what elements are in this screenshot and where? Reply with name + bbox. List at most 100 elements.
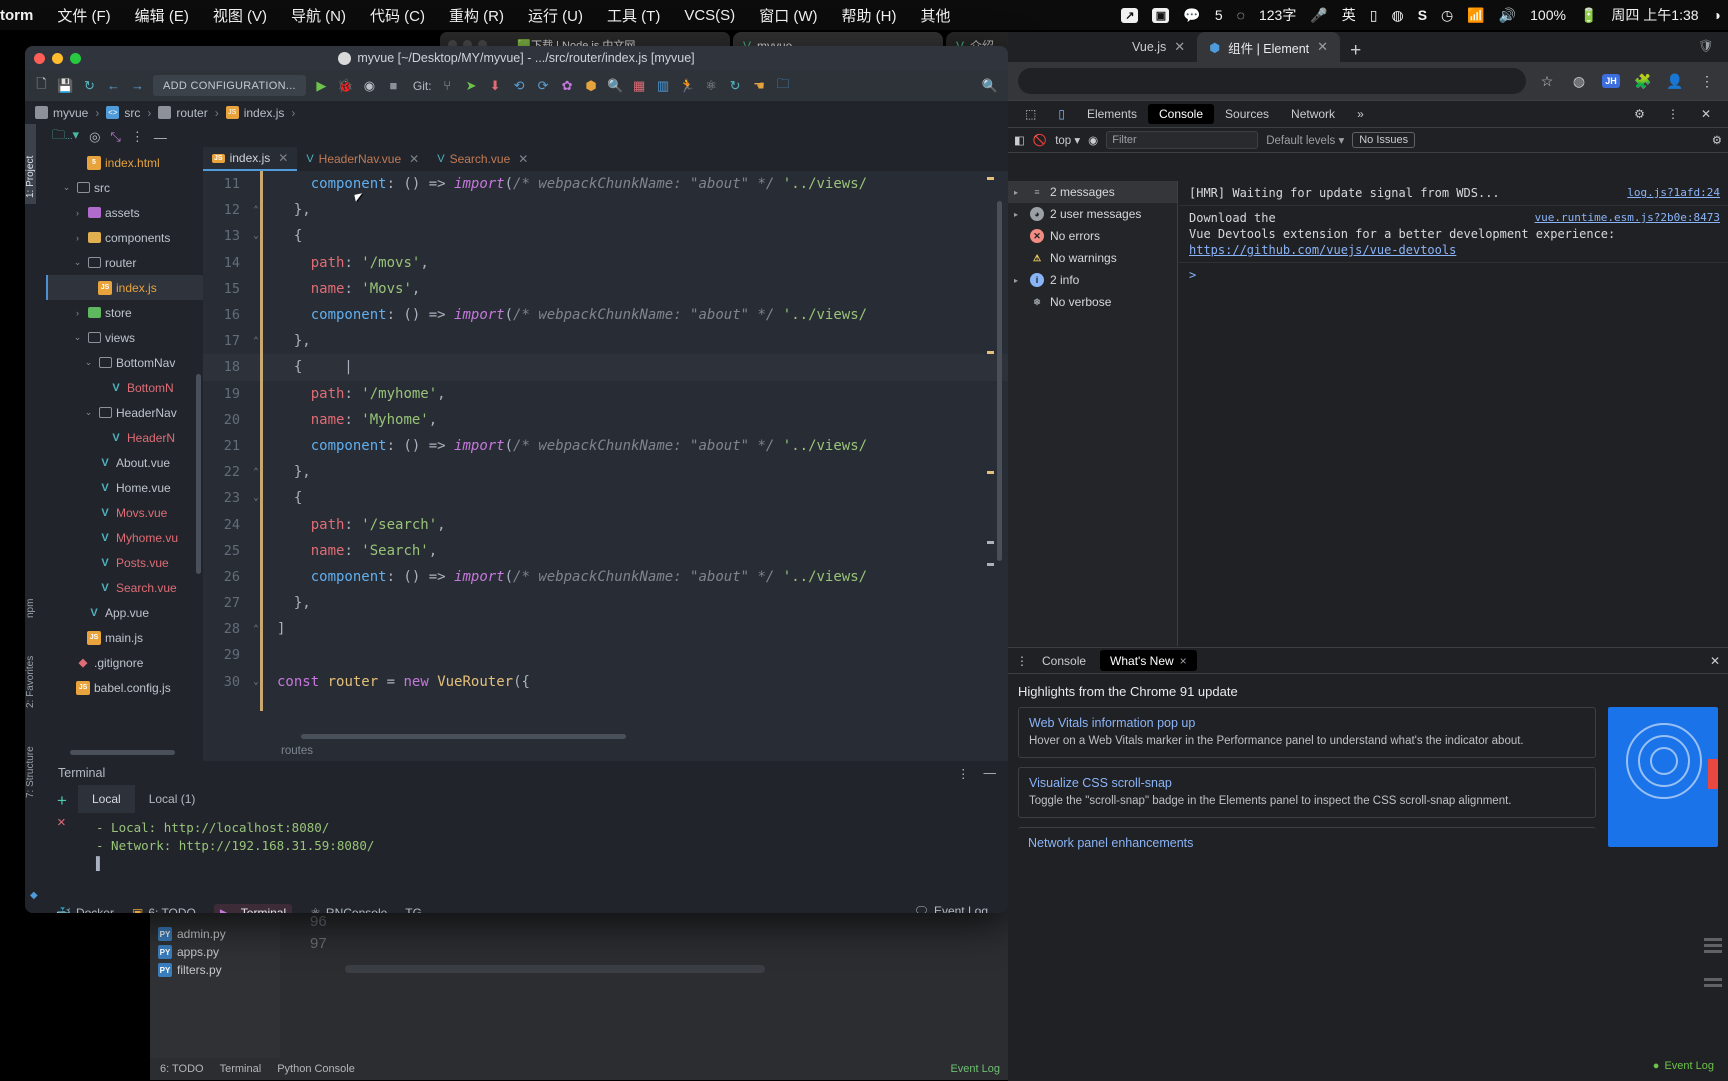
tree-item[interactable]: JS index.js bbox=[46, 275, 203, 300]
pycharm-file-row[interactable]: PY filters.py bbox=[158, 961, 272, 979]
editor-scrollbar[interactable] bbox=[997, 201, 1002, 561]
mic-icon[interactable]: 🎤 bbox=[1303, 7, 1334, 24]
code-line[interactable]: 29 bbox=[203, 642, 1008, 668]
code-line[interactable]: 12 ⌃ }, bbox=[203, 197, 1008, 223]
settings-gear-icon[interactable]: ✿ bbox=[559, 77, 576, 94]
terminal-close-button[interactable]: × bbox=[57, 814, 66, 831]
hotfix-icon[interactable]: 🏃 bbox=[679, 77, 696, 94]
console-filter-input[interactable]: Filter bbox=[1106, 131, 1259, 149]
tree-item[interactable]: ⌄ HeaderNav bbox=[46, 400, 203, 425]
code-line[interactable]: 13 ⌄ { bbox=[203, 223, 1008, 249]
breadcrumb-item-0[interactable]: myvue bbox=[53, 106, 88, 120]
pycharm-tool-todo[interactable]: 6: TODO bbox=[160, 1063, 204, 1075]
project-tool-window[interactable]: 🗀...▾ ◎ ⤡ ⋮ — 5 index.html ⌄ src › assets › com… bbox=[46, 124, 203, 761]
whats-new-card-title-3[interactable]: Network panel enhancements bbox=[1028, 836, 1586, 850]
tool-tg[interactable]: TG bbox=[405, 906, 422, 913]
new-file-icon[interactable]: 🗋 bbox=[33, 76, 50, 94]
menu-item-5[interactable]: 重构 (R) bbox=[437, 5, 516, 26]
console-message-source-2[interactable]: vue.runtime.esm.js?2b0e:8473 bbox=[1535, 210, 1720, 226]
menu-item-7[interactable]: 工具 (T) bbox=[595, 5, 672, 26]
chevron-down-icon[interactable]: ⌄ bbox=[72, 332, 83, 343]
terminal-output[interactable]: - Local: http://localhost:8080/ - Networ… bbox=[46, 813, 1008, 873]
terminal-tab-local-1[interactable]: Local (1) bbox=[135, 785, 210, 813]
git-rollback-icon[interactable]: ⟳ bbox=[535, 77, 552, 94]
code-line[interactable]: 24 path: '/search', bbox=[203, 511, 1008, 537]
background-pycharm-window[interactable]: PY admin.py PY apps.py PY filters.py 96 97 … bbox=[150, 905, 1010, 1080]
back-arrow-icon[interactable]: ← bbox=[105, 77, 122, 94]
chevron-down-icon[interactable]: ⌄ bbox=[72, 257, 83, 268]
live-expression-icon[interactable]: ◉ bbox=[1088, 133, 1098, 147]
breadcrumb-item-3[interactable]: index.js bbox=[244, 106, 285, 120]
tree-item[interactable]: › components bbox=[46, 225, 203, 250]
project-panel-header[interactable]: 🗀...▾ ◎ ⤡ ⋮ — bbox=[46, 124, 203, 150]
devtools-panel[interactable]: ⬚ ▯ Elements Console Sources Network » ⚙… bbox=[1008, 100, 1728, 1081]
editor-marker-5[interactable] bbox=[987, 563, 994, 566]
drawer-close-icon[interactable]: ✕ bbox=[1710, 654, 1720, 668]
code-line[interactable]: 19 path: '/myhome', bbox=[203, 381, 1008, 407]
breadcrumb-item-2[interactable]: router bbox=[176, 106, 207, 120]
whats-new-card[interactable]: Web Vitals information pop up Hover on a… bbox=[1018, 707, 1596, 758]
menu-app-name[interactable]: torm bbox=[0, 7, 45, 24]
tree-item[interactable]: › assets bbox=[46, 200, 203, 225]
chevron-down-icon[interactable]: ⌄ bbox=[83, 357, 94, 368]
tab-sources[interactable]: Sources bbox=[1214, 101, 1280, 128]
menu-item-6[interactable]: 运行 (U) bbox=[516, 5, 595, 26]
editor-marker-3[interactable] bbox=[987, 471, 994, 474]
drawer-tab-console[interactable]: Console bbox=[1032, 650, 1096, 671]
console-sidebar-item[interactable]: ▸ i 2 info bbox=[1008, 269, 1177, 291]
tree-item[interactable]: V HeaderN bbox=[46, 425, 203, 450]
sync-icon[interactable]: ↻ bbox=[81, 77, 98, 94]
menu-item-1[interactable]: 编辑 (E) bbox=[123, 5, 201, 26]
tool-terminal[interactable]: ▶_ Terminal bbox=[213, 904, 293, 913]
database-icon[interactable]: ▦ bbox=[631, 77, 648, 94]
console-settings-icon[interactable]: ⚙ bbox=[1712, 133, 1722, 147]
control-center-icon[interactable]: ◑ bbox=[1706, 7, 1728, 23]
tool-todo[interactable]: ▣ 6: TODO bbox=[132, 906, 196, 913]
git-history-icon[interactable]: ⟲ bbox=[511, 77, 528, 94]
bookmark-star-icon[interactable]: ☆ bbox=[1536, 70, 1558, 92]
tool-rnconsole[interactable]: ⚛ RNConsole bbox=[310, 906, 387, 913]
menu-item-0[interactable]: 文件 (F) bbox=[45, 5, 122, 26]
drawer-menu-icon[interactable]: ⋮ bbox=[1016, 654, 1028, 668]
terminal-tab-local[interactable]: Local bbox=[78, 785, 135, 813]
console-filter-bar[interactable]: ◧ 🚫 top ▾ ◉ Filter Default levels ▾ No I… bbox=[1008, 128, 1728, 153]
pycharm-tree[interactable]: PY admin.py PY apps.py PY filters.py bbox=[150, 905, 280, 1080]
breadcrumb[interactable]: myvue › <> src › router › JS index.js › bbox=[25, 101, 1008, 124]
whats-new-card-list[interactable]: Web Vitals information pop up Hover on a… bbox=[1018, 707, 1596, 859]
console-message-hmr[interactable]: log.js?1afd:24 [HMR] Waiting for update … bbox=[1179, 181, 1728, 206]
timemachine-icon[interactable]: ◷ bbox=[1434, 7, 1460, 24]
no-issues-badge[interactable]: No Issues bbox=[1352, 132, 1416, 148]
tab-console[interactable]: Console bbox=[1147, 104, 1215, 124]
opera-icon[interactable]: ◍ bbox=[1384, 7, 1410, 24]
tree-item[interactable]: V Myhome.vu bbox=[46, 525, 203, 550]
code-line[interactable]: 17 ⌃ }, bbox=[203, 328, 1008, 354]
profile-avatar-icon[interactable]: 👤 bbox=[1664, 70, 1686, 92]
react-icon[interactable]: ⚛ bbox=[703, 77, 720, 94]
maximize-window-button[interactable] bbox=[70, 53, 81, 64]
webstorm-window[interactable]: myvue [~/Desktop/MY/myvue] - .../src/rou… bbox=[25, 46, 1008, 913]
save-icon[interactable]: 💾 bbox=[57, 77, 74, 94]
code-line[interactable]: 18 {| bbox=[203, 354, 1008, 381]
pycharm-hscrollbar[interactable] bbox=[345, 965, 765, 973]
close-devtools-icon[interactable]: ✕ bbox=[1690, 101, 1722, 128]
clear-console-icon[interactable]: 🚫 bbox=[1033, 133, 1047, 147]
address-bar[interactable] bbox=[1018, 68, 1526, 94]
chrome-omnibox-bar[interactable]: ☆ ◍ JH 🧩 👤 ⋮ bbox=[1008, 62, 1728, 100]
tree-item[interactable]: V Search.vue bbox=[46, 575, 203, 600]
chrome-tab-strip[interactable]: Vue.js ✕ ⬢ 组件 | Element ✕ + 🛡 bbox=[1008, 32, 1728, 62]
tree-item[interactable]: ◆ .gitignore bbox=[46, 650, 203, 675]
menu-item-2[interactable]: 视图 (V) bbox=[201, 5, 279, 26]
tab-elements[interactable]: Elements bbox=[1076, 101, 1148, 128]
locate-icon[interactable]: ◎ bbox=[89, 129, 100, 145]
terminal-tabs[interactable]: Local Local (1) bbox=[46, 785, 1008, 813]
folder-icon[interactable]: 🗀 bbox=[775, 76, 792, 94]
console-prompt[interactable]: > bbox=[1179, 263, 1728, 287]
chevron-right-icon[interactable]: ▸ bbox=[1014, 276, 1024, 285]
console-message-link-2[interactable]: https://github.com/vuejs/vue-devtools bbox=[1189, 243, 1456, 257]
menu-item-11[interactable]: 其他 bbox=[909, 5, 963, 26]
options-icon[interactable]: ⋮ bbox=[131, 129, 144, 145]
whats-new-card-3[interactable]: Network panel enhancements bbox=[1018, 827, 1596, 850]
code-line[interactable]: 15 name: 'Movs', bbox=[203, 276, 1008, 302]
menu-item-4[interactable]: 代码 (C) bbox=[358, 5, 437, 26]
console-message-source[interactable]: log.js?1afd:24 bbox=[1627, 185, 1720, 201]
